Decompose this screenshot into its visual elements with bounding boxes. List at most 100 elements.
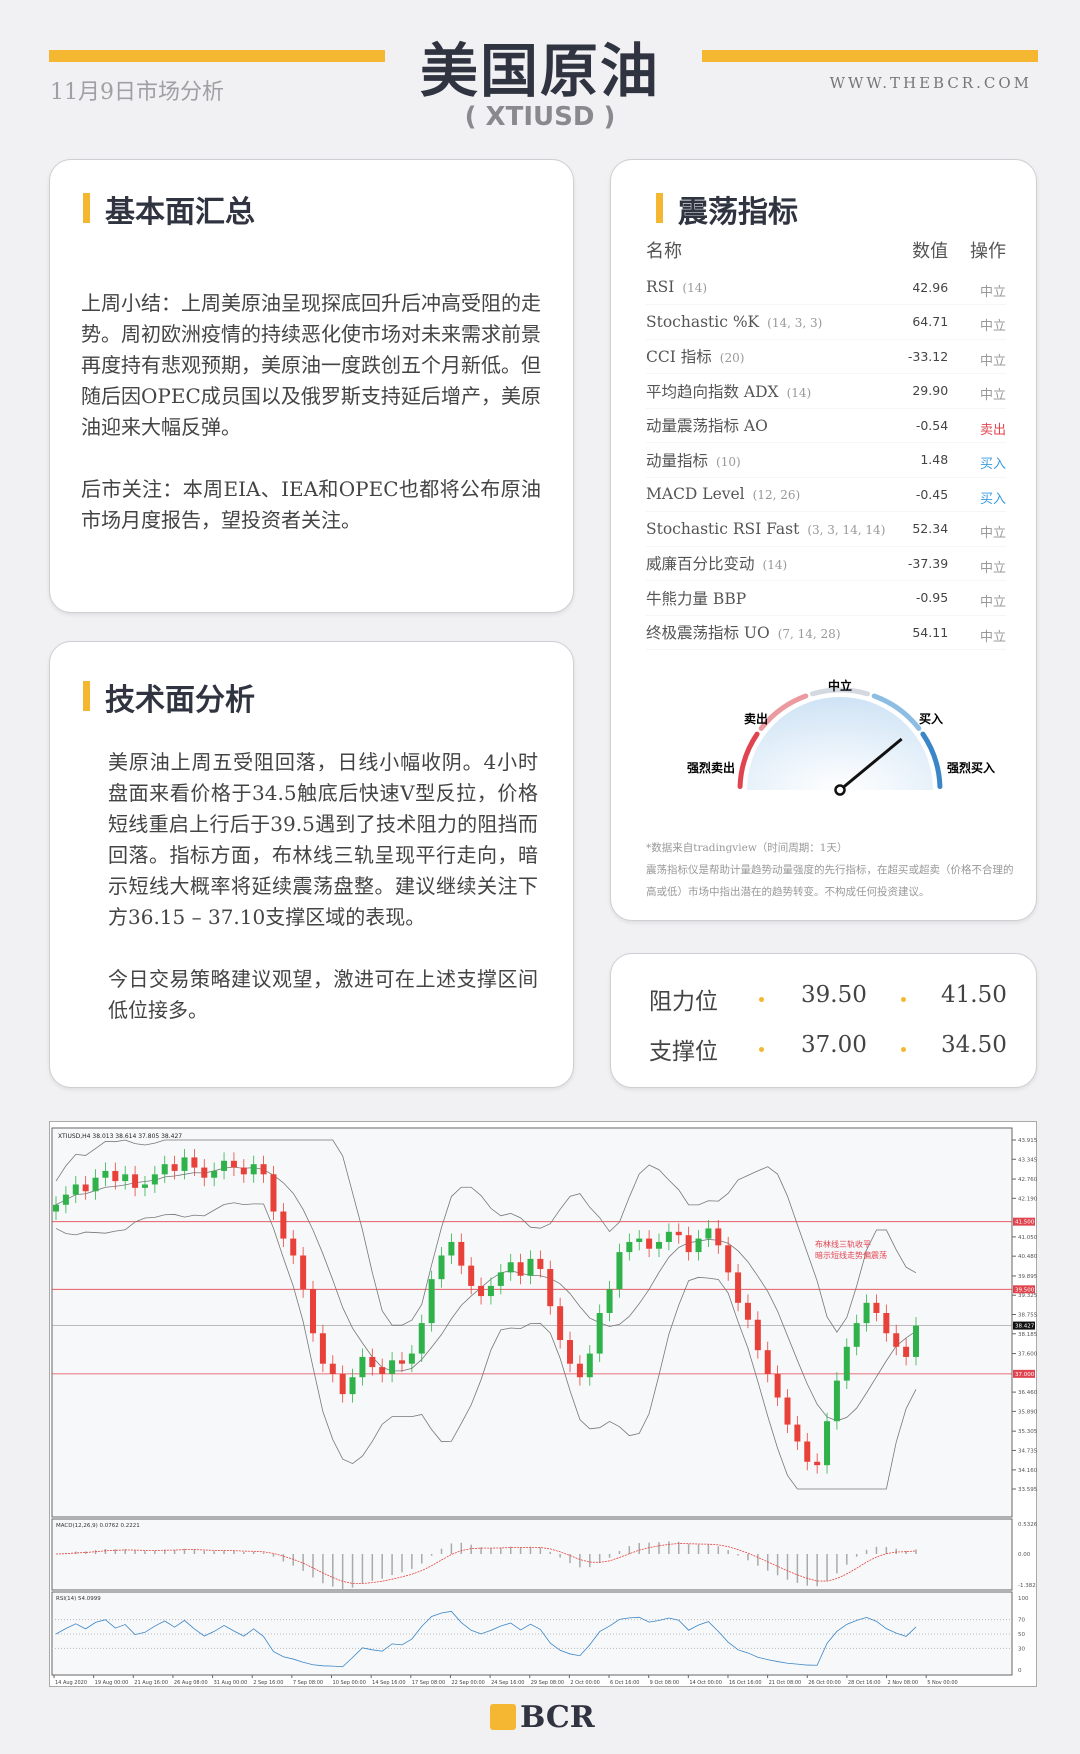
candle-body — [250, 1164, 257, 1175]
report-date: 11月9日市场分析 — [50, 80, 224, 105]
candle-body — [774, 1373, 781, 1398]
indicator-value: -33.12 — [890, 339, 949, 374]
bullet-dot — [759, 997, 764, 1002]
candle-body — [626, 1241, 633, 1253]
candle-body — [735, 1272, 742, 1303]
candle-body — [883, 1312, 890, 1334]
y-tick-label: 35.890 — [1018, 1409, 1038, 1415]
x-tick-label: 19 Aug 00:00 — [95, 1680, 129, 1686]
candle-body — [82, 1184, 89, 1192]
indicator-value: -0.95 — [890, 580, 949, 616]
candle-body — [517, 1262, 524, 1276]
price-chart[interactable]: XTIUSD,H4 38.013 38.614 37.805 38.427 43.… — [49, 1121, 1038, 1688]
candle-body — [300, 1255, 307, 1290]
support-1: 37.00 — [801, 1032, 867, 1058]
macd-tick-label: -1.382 — [1018, 1583, 1036, 1589]
indicator-label: 平均趋向指数 ADX — [646, 382, 779, 401]
indicator-name: MACD Level (12, 26) — [646, 477, 891, 512]
candle-body — [487, 1285, 494, 1297]
y-tick-label: 41.050 — [1018, 1235, 1038, 1241]
indicator-name: 平均趋向指数 ADX (14) — [646, 373, 891, 409]
resistance-2: 41.50 — [941, 982, 1007, 1008]
candle-body — [824, 1421, 831, 1466]
candle-body — [270, 1174, 277, 1212]
chart-annotation: 布林线三轨收平 — [815, 1239, 871, 1249]
indicator-label: Stochastic RSI Fast — [646, 519, 800, 538]
source-note: *数据来自tradingview（时间周期：1天） — [646, 842, 848, 854]
indicator-action: 中立 — [948, 304, 1006, 340]
y-tick-label: 34.160 — [1018, 1468, 1038, 1474]
candle-body — [161, 1164, 168, 1175]
candle-body — [141, 1184, 148, 1188]
chart-svg[interactable]: XTIUSD,H4 38.013 38.614 37.805 38.427 43.… — [50, 1122, 1038, 1688]
indicator-row: 威廉百分比变动 (14) -37.39 中立 — [646, 546, 1006, 581]
indicator-params: (14) — [682, 281, 708, 295]
indicator-value: -37.39 — [890, 546, 949, 581]
col-action: 操作 — [970, 241, 1006, 262]
candle-body — [725, 1245, 732, 1273]
support-2: 34.50 — [941, 1032, 1007, 1058]
indicator-row: RSI (14) 42.96 中立 — [646, 270, 1006, 305]
indicator-label: Stochastic %K — [646, 312, 760, 331]
candle-body — [181, 1157, 188, 1171]
y-tick-label: 42.760 — [1018, 1177, 1038, 1183]
candle-body — [438, 1255, 445, 1280]
levels-card: 阻力位 39.50 41.50 支撑位 37.00 34.50 — [610, 953, 1037, 1088]
fundamentals-outlook: 后市关注：本周EIA、IEA和OPEC也都将公布原油市场月度报告，望投资者关注。 — [81, 477, 541, 532]
y-tick-label: 37.600 — [1018, 1352, 1038, 1358]
oscillators-title: 震荡指标 — [656, 187, 798, 231]
rsi-title: RSI(14) 54.0999 — [56, 1596, 101, 1602]
candle-body — [240, 1167, 247, 1175]
indicator-row: 平均趋向指数 ADX (14) 29.90 中立 — [646, 373, 1006, 409]
candle-body — [695, 1238, 702, 1253]
candle-body — [744, 1302, 751, 1320]
x-tick-label: 14 Aug 2020 — [55, 1680, 87, 1686]
indicator-name: RSI (14) — [646, 270, 891, 305]
candle-body — [102, 1170, 109, 1178]
indicator-row: Stochastic %K (14, 3, 3) 64.71 中立 — [646, 304, 1006, 340]
candle-body — [319, 1333, 326, 1364]
candle-body — [191, 1157, 198, 1168]
x-tick-label: 16 Oct 16:00 — [729, 1680, 762, 1686]
indicator-action: 中立 — [948, 339, 1006, 374]
y-tick-label: 33.595 — [1018, 1487, 1038, 1493]
candle-body — [893, 1333, 900, 1347]
bullet-dot — [901, 997, 906, 1002]
indicator-row: 终极震荡指标 UO (7, 14, 28) 54.11 中立 — [646, 615, 1006, 650]
indicator-label: 牛熊力量 BBP — [646, 589, 747, 608]
gauge-label-buy: 买入 — [919, 712, 943, 726]
y-tick-label: 38.755 — [1018, 1313, 1038, 1319]
candle-body — [408, 1353, 415, 1364]
indicator-value: 42.96 — [890, 270, 949, 305]
indicator-value: -0.54 — [890, 408, 949, 443]
indicator-params: (3, 3, 14, 14) — [807, 522, 886, 537]
indicator-params: (14, 3, 3) — [767, 315, 823, 330]
x-tick-label: 22 Sep 00:00 — [451, 1680, 484, 1686]
candle-body — [369, 1356, 376, 1368]
website-link[interactable]: WWW.THEBCR.COM — [830, 74, 1032, 92]
candle-body — [586, 1353, 593, 1378]
indicator-params: (14) — [762, 558, 788, 573]
candle-body — [863, 1302, 870, 1324]
chart-annotation: 暗示短线走势偏震荡 — [815, 1250, 887, 1260]
candle-body — [418, 1323, 425, 1354]
rsi-tick-label: 50 — [1018, 1632, 1025, 1638]
candle-body — [201, 1167, 208, 1178]
candle-body — [92, 1177, 99, 1192]
technical-strategy: 今日交易策略建议观望，激进可在上述支撑区间低位接多。 — [108, 967, 538, 1022]
gauge-label-neutral: 中立 — [828, 678, 852, 693]
candle-body — [72, 1184, 79, 1195]
candle-body — [230, 1160, 237, 1168]
indicator-action: 买入 — [948, 442, 1006, 478]
candle-body — [843, 1346, 850, 1381]
gauge-label-strong-buy: 强烈买入 — [947, 761, 995, 775]
fundamentals-text: 上周小结：上周美原油呈现探底回升后冲高受阻的走势。周初欧洲疫情的持续恶化使市场对… — [81, 288, 541, 567]
candle-body — [497, 1272, 504, 1286]
y-tick-label: 39.895 — [1018, 1274, 1038, 1280]
candle-body — [112, 1170, 119, 1182]
candle-body — [339, 1373, 346, 1395]
y-tick-label: 38.185 — [1018, 1332, 1038, 1338]
indicator-action: 中立 — [948, 615, 1006, 650]
candle-body — [478, 1285, 485, 1297]
bullet-dot — [759, 1047, 764, 1052]
